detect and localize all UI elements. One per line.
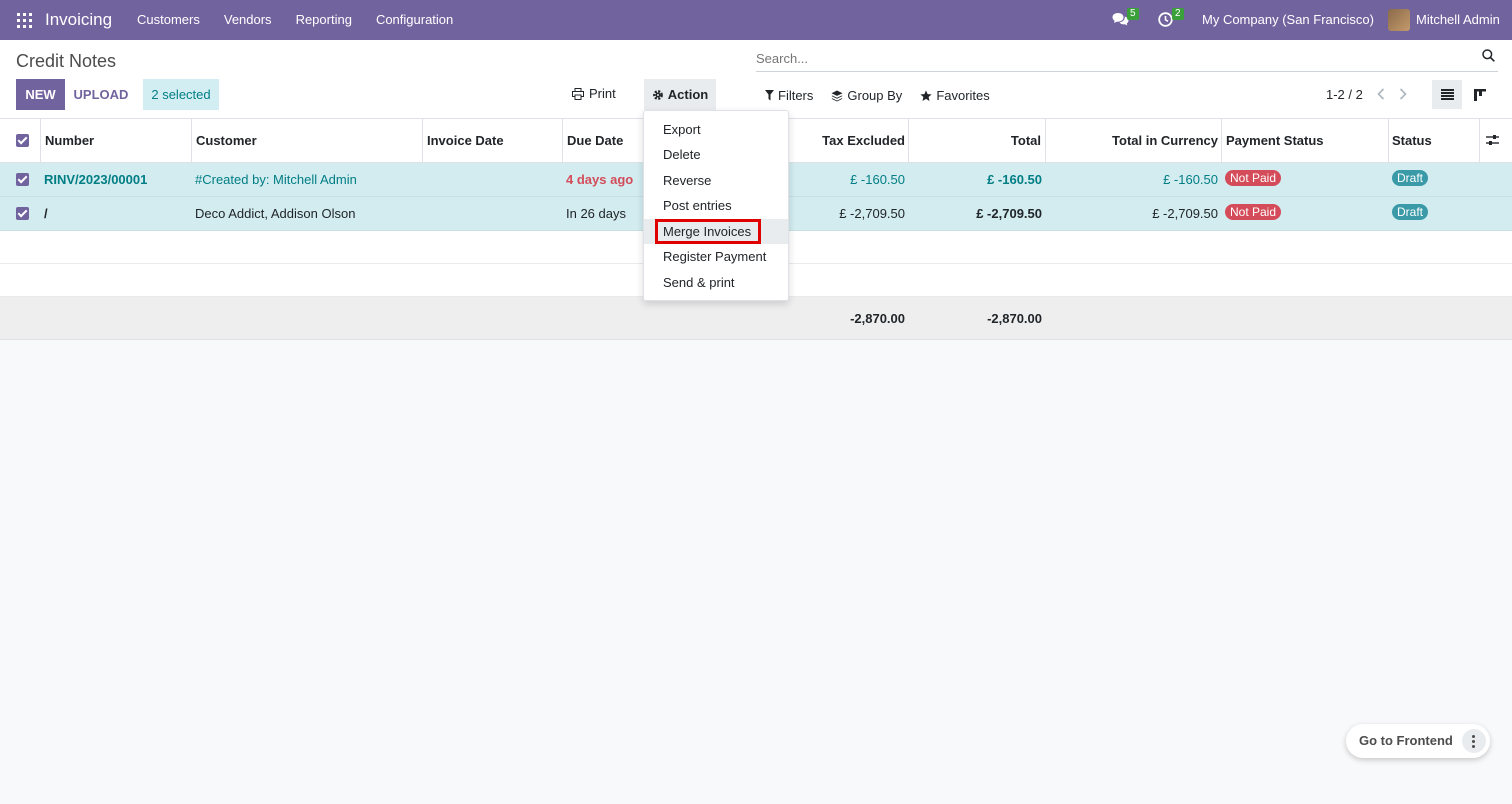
menu-customers[interactable]: Customers bbox=[137, 12, 200, 27]
filters-label: Filters bbox=[778, 88, 814, 103]
print-label: Print bbox=[589, 86, 616, 101]
header-status[interactable]: Status bbox=[1392, 133, 1432, 148]
row-customer[interactable]: #Created by: Mitchell Admin bbox=[195, 172, 357, 187]
action-label: Action bbox=[667, 87, 709, 102]
kebab-menu-icon[interactable] bbox=[1462, 729, 1486, 753]
search-icon[interactable] bbox=[1482, 49, 1495, 62]
list-view-button[interactable] bbox=[1432, 80, 1462, 109]
new-button[interactable]: NEW bbox=[16, 79, 65, 110]
header-total-in-currency[interactable]: Total in Currency bbox=[1112, 133, 1218, 148]
kanban-view-button[interactable] bbox=[1466, 80, 1496, 109]
selection-count: 2 selected bbox=[143, 79, 219, 110]
status-badge: Draft bbox=[1392, 204, 1429, 220]
search-bar bbox=[756, 46, 1498, 72]
filters-toggle[interactable]: Filters bbox=[765, 88, 813, 103]
header-due-date[interactable]: Due Date bbox=[567, 133, 623, 148]
action-post-entries[interactable]: Post entries bbox=[644, 193, 788, 218]
groupby-toggle[interactable]: Group By bbox=[831, 88, 902, 103]
search-options: Filters Group By Favorites bbox=[765, 88, 990, 103]
footer-total: -2,870.00 bbox=[987, 311, 1042, 326]
user-avatar[interactable] bbox=[1388, 9, 1410, 31]
control-panel: Credit Notes NEW UPLOAD 2 selected Print… bbox=[0, 40, 1512, 119]
header-invoice-date[interactable]: Invoice Date bbox=[427, 133, 504, 148]
favorites-toggle[interactable]: Favorites bbox=[920, 88, 990, 103]
app-brand[interactable]: Invoicing bbox=[45, 10, 112, 30]
row-total: £ -160.50 bbox=[987, 172, 1042, 187]
chat-count-badge: 5 bbox=[1127, 8, 1139, 20]
header-total[interactable]: Total bbox=[1011, 133, 1041, 148]
row-due-date: In 26 days bbox=[566, 206, 626, 221]
action-button[interactable]: Action bbox=[644, 79, 716, 110]
apps-grid-icon[interactable] bbox=[17, 13, 32, 28]
star-icon bbox=[920, 89, 932, 101]
row-number[interactable]: RINV/2023/00001 bbox=[44, 172, 147, 187]
user-menu[interactable]: Mitchell Admin bbox=[1416, 12, 1500, 27]
action-reverse[interactable]: Reverse bbox=[644, 168, 788, 193]
table-footer-totals: -2,870.00 -2,870.00 bbox=[0, 297, 1512, 340]
top-navbar: Invoicing Customers Vendors Reporting Co… bbox=[0, 0, 1512, 40]
search-input[interactable] bbox=[756, 48, 1456, 68]
pager-value[interactable]: 1-2 / 2 bbox=[1326, 87, 1363, 102]
go-to-frontend-button[interactable]: Go to Frontend bbox=[1359, 733, 1453, 748]
upload-button[interactable]: UPLOAD bbox=[68, 79, 134, 110]
action-dropdown-menu: Export Delete Reverse Post entries Merge… bbox=[643, 110, 789, 301]
favorites-label: Favorites bbox=[936, 88, 990, 103]
header-payment-status[interactable]: Payment Status bbox=[1226, 133, 1324, 148]
main-menu: Customers Vendors Reporting Configuratio… bbox=[137, 12, 477, 27]
pager-next-icon[interactable] bbox=[1399, 88, 1407, 100]
pager-previous-icon[interactable] bbox=[1377, 88, 1385, 100]
action-send-print[interactable]: Send & print bbox=[644, 270, 788, 295]
page-title: Credit Notes bbox=[16, 51, 117, 71]
optional-columns-icon[interactable] bbox=[1486, 134, 1499, 146]
print-button[interactable]: Print bbox=[572, 86, 616, 101]
payment-status-badge: Not Paid bbox=[1225, 170, 1282, 186]
row-due-date: 4 days ago bbox=[566, 172, 634, 187]
action-register-payment[interactable]: Register Payment bbox=[644, 244, 788, 269]
action-delete[interactable]: Delete bbox=[644, 142, 788, 167]
menu-reporting[interactable]: Reporting bbox=[296, 12, 352, 27]
select-all-checkbox[interactable] bbox=[16, 134, 29, 147]
header-tax-excluded[interactable]: Tax Excluded bbox=[822, 133, 905, 148]
row-checkbox[interactable] bbox=[16, 207, 29, 220]
action-export[interactable]: Export bbox=[644, 117, 788, 142]
row-checkbox[interactable] bbox=[16, 173, 29, 186]
clock-icon[interactable] bbox=[1158, 12, 1173, 27]
activity-count-badge: 2 bbox=[1172, 8, 1184, 20]
row-tax-excluded: £ -2,709.50 bbox=[839, 206, 905, 221]
row-number[interactable]: / bbox=[44, 206, 48, 221]
header-number[interactable]: Number bbox=[45, 133, 94, 148]
gear-icon bbox=[652, 89, 663, 100]
status-badge: Draft bbox=[1392, 170, 1429, 186]
menu-vendors[interactable]: Vendors bbox=[224, 12, 272, 27]
row-total-in-currency: £ -2,709.50 bbox=[1152, 206, 1218, 221]
go-to-frontend-widget: Go to Frontend bbox=[1346, 724, 1490, 758]
kanban-view-icon bbox=[1474, 89, 1486, 101]
payment-status-badge: Not Paid bbox=[1225, 204, 1282, 220]
row-tax-excluded: £ -160.50 bbox=[850, 172, 905, 187]
filter-icon bbox=[765, 90, 774, 101]
list-view-icon bbox=[1441, 89, 1454, 100]
print-icon bbox=[572, 87, 584, 100]
header-customer[interactable]: Customer bbox=[196, 133, 257, 148]
footer-tax-excluded: -2,870.00 bbox=[850, 311, 905, 326]
row-total: £ -2,709.50 bbox=[976, 206, 1042, 221]
menu-configuration[interactable]: Configuration bbox=[376, 12, 453, 27]
layers-icon bbox=[831, 90, 843, 101]
action-merge-invoices[interactable]: Merge Invoices bbox=[644, 219, 788, 244]
row-customer[interactable]: Deco Addict, Addison Olson bbox=[195, 206, 355, 221]
row-total-in-currency: £ -160.50 bbox=[1163, 172, 1218, 187]
groupby-label: Group By bbox=[847, 88, 903, 103]
company-switcher[interactable]: My Company (San Francisco) bbox=[1202, 12, 1374, 27]
